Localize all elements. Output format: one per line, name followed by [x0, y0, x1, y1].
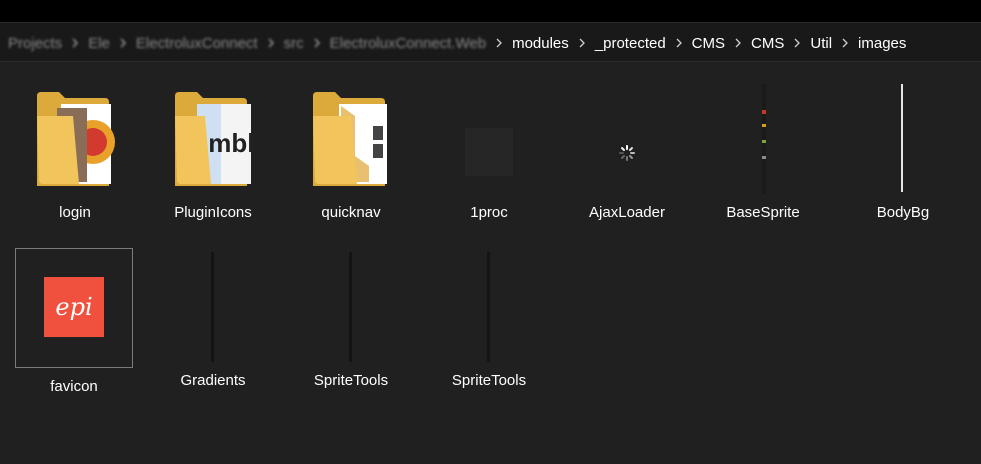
folder-icon — [17, 80, 133, 196]
breadcrumb-item-cms[interactable]: CMS — [690, 35, 727, 52]
file-name: quicknav — [321, 204, 381, 221]
file-name: login — [59, 204, 91, 221]
line-thumbnail-icon — [845, 80, 961, 196]
window-top-strip — [0, 0, 981, 22]
breadcrumb-item-projects[interactable]: Projects — [6, 35, 64, 52]
address-bar[interactable]: Projects Ele ElectroluxConnect src Elect… — [0, 22, 981, 62]
chevron-right-icon[interactable] — [837, 35, 853, 51]
file-view: login imbl PluginIcons quicknav 1proc Aj… — [0, 62, 981, 464]
breadcrumb-item-protected[interactable]: _protected — [593, 35, 668, 52]
svg-text:imbl: imbl — [201, 128, 253, 158]
file-name: favicon — [50, 378, 98, 395]
file-item[interactable]: BaseSprite — [704, 80, 822, 240]
folder-icon — [293, 80, 409, 196]
file-item-selected[interactable]: epi — [15, 248, 133, 368]
breadcrumb: Projects Ele ElectroluxConnect src Elect… — [6, 23, 908, 63]
file-item[interactable]: login — [16, 80, 134, 240]
breadcrumb-item-src[interactable]: src — [282, 35, 306, 52]
breadcrumb-item-util[interactable]: Util — [808, 35, 834, 52]
file-item[interactable]: quicknav — [292, 80, 410, 240]
breadcrumb-item-modules[interactable]: modules — [510, 35, 571, 52]
line-thumbnail-icon — [293, 248, 409, 364]
chevron-right-icon[interactable] — [491, 35, 507, 51]
file-name: 1proc — [470, 204, 508, 221]
chevron-right-icon[interactable] — [789, 35, 805, 51]
breadcrumb-item-images[interactable]: images — [856, 35, 908, 52]
file-name: BaseSprite — [726, 204, 800, 221]
folder-icon: imbl — [155, 80, 271, 196]
line-thumbnail-icon — [431, 248, 547, 364]
file-name: SpriteTools — [451, 372, 527, 389]
breadcrumb-item-ele[interactable]: Ele — [86, 35, 112, 52]
chevron-right-icon[interactable] — [67, 35, 83, 51]
epi-logo-text: epi — [55, 293, 93, 321]
file-item[interactable]: Gradients — [154, 248, 272, 408]
breadcrumb-item-electroluxconnect[interactable]: ElectroluxConnect — [134, 35, 260, 52]
chevron-right-icon[interactable] — [671, 35, 687, 51]
file-item[interactable]: AjaxLoader — [568, 80, 686, 240]
file-name: SpriteTools — [313, 372, 389, 389]
breadcrumb-item-web[interactable]: ElectroluxConnect.Web — [328, 35, 488, 52]
chevron-right-icon[interactable] — [574, 35, 590, 51]
chevron-right-icon[interactable] — [263, 35, 279, 51]
file-name: Gradients — [180, 372, 246, 389]
chevron-right-icon[interactable] — [309, 35, 325, 51]
file-item[interactable]: BodyBg — [844, 80, 962, 240]
sprite-thumbnail-icon — [705, 80, 821, 196]
file-item[interactable]: 1proc — [430, 80, 548, 240]
file-name: PluginIcons — [174, 204, 252, 221]
chevron-right-icon[interactable] — [730, 35, 746, 51]
line-thumbnail-icon — [155, 248, 271, 364]
file-name: BodyBg — [876, 204, 930, 221]
image-thumbnail-icon — [431, 80, 547, 196]
chevron-right-icon[interactable] — [115, 35, 131, 51]
file-item[interactable]: SpriteTools — [292, 248, 410, 408]
file-item[interactable]: SpriteTools — [430, 248, 548, 408]
file-item[interactable]: imbl PluginIcons — [154, 80, 272, 240]
file-name: AjaxLoader — [589, 204, 665, 221]
breadcrumb-item-cms-2[interactable]: CMS — [749, 35, 786, 52]
spinner-icon — [569, 80, 685, 196]
epi-logo-icon: epi — [16, 249, 132, 365]
